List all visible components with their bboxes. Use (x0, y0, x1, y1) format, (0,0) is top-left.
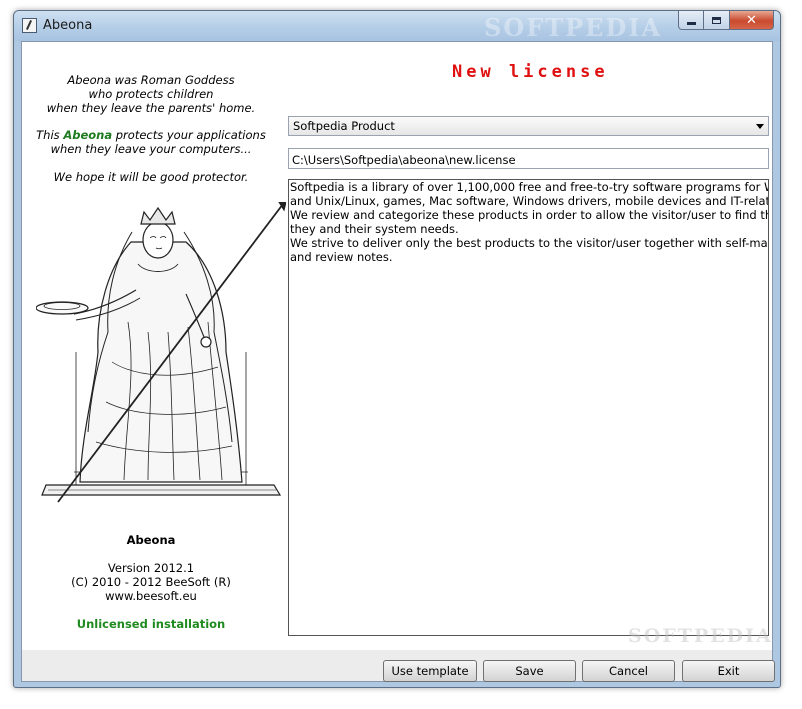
minimize-icon (686, 21, 696, 25)
intro-paragraph-1: Abeona was Roman Goddess who protects ch… (22, 73, 280, 115)
about-panel: Abeona was Roman Goddess who protects ch… (22, 42, 286, 650)
intro-line: Abeona was Roman Goddess (67, 73, 235, 87)
website-link[interactable]: www.beesoft.eu (22, 589, 280, 603)
product-select[interactable]: Softpedia Product (288, 116, 769, 136)
intro-line: when they leave your computers... (50, 142, 252, 156)
title-bar[interactable]: Abeona SOFTPEDIA ✕ (14, 11, 780, 42)
chevron-down-icon[interactable] (756, 124, 764, 129)
close-button[interactable]: ✕ (730, 11, 774, 30)
intro-line: who protects children (88, 87, 214, 101)
description-line: We review and categorize these products … (290, 208, 768, 222)
app-icon[interactable] (22, 18, 37, 33)
product-select-value: Softpedia Product (293, 119, 395, 133)
exit-button[interactable]: Exit (682, 660, 775, 682)
description-textarea[interactable]: Softpedia is a library of over 1,100,000… (288, 179, 769, 636)
description-line: We strive to deliver only the best produ… (290, 236, 768, 250)
license-path-field[interactable] (288, 148, 769, 169)
maximize-button[interactable] (704, 11, 730, 30)
intro-line: when they leave the parents' home. (46, 101, 256, 115)
window-controls: ✕ (678, 11, 774, 31)
minimize-button[interactable] (678, 11, 704, 30)
main-window: Abeona SOFTPEDIA ✕ Abeona was Roman Godd… (13, 10, 781, 688)
cancel-button[interactable]: Cancel (582, 660, 675, 682)
intro-text: protects your applications (112, 128, 266, 142)
copyright-text: (C) 2010 - 2012 BeeSoft (R) (71, 575, 231, 589)
description-line: and review notes. (290, 250, 393, 264)
goddess-illustration (36, 202, 286, 503)
description-line: and Unix/Linux, games, Mac software, Win… (290, 194, 768, 208)
button-bar: Use template Save Cancel Exit (21, 650, 775, 682)
use-template-button[interactable]: Use template (383, 660, 477, 682)
intro-paragraph-2: This Abeona protects your applications w… (22, 128, 280, 156)
close-icon: ✕ (746, 12, 757, 28)
save-button[interactable]: Save (483, 660, 576, 682)
app-name: Abeona (126, 533, 176, 547)
maximize-icon (712, 16, 721, 24)
description-line: Softpedia is a library of over 1,100,000… (290, 180, 768, 194)
softpedia-watermark: SOFTPEDIA (628, 625, 773, 647)
description-line: they and their system needs. (290, 222, 459, 236)
title-watermark: SOFTPEDIA (484, 13, 663, 42)
window-title: Abeona (43, 18, 93, 33)
intro-app-name: Abeona (63, 128, 113, 142)
intro-line: This Abeona protects your applications (22, 128, 280, 142)
intro-text: This (36, 128, 64, 142)
intro-line: We hope it will be good protector. (53, 170, 249, 184)
intro-paragraph-3: We hope it will be good protector. (22, 170, 280, 184)
client-area: Abeona was Roman Goddess who protects ch… (21, 41, 773, 651)
version-text: Version 2012.1 (107, 561, 195, 575)
license-status: Unlicensed installation (76, 617, 226, 631)
page-title: New license (452, 62, 609, 82)
